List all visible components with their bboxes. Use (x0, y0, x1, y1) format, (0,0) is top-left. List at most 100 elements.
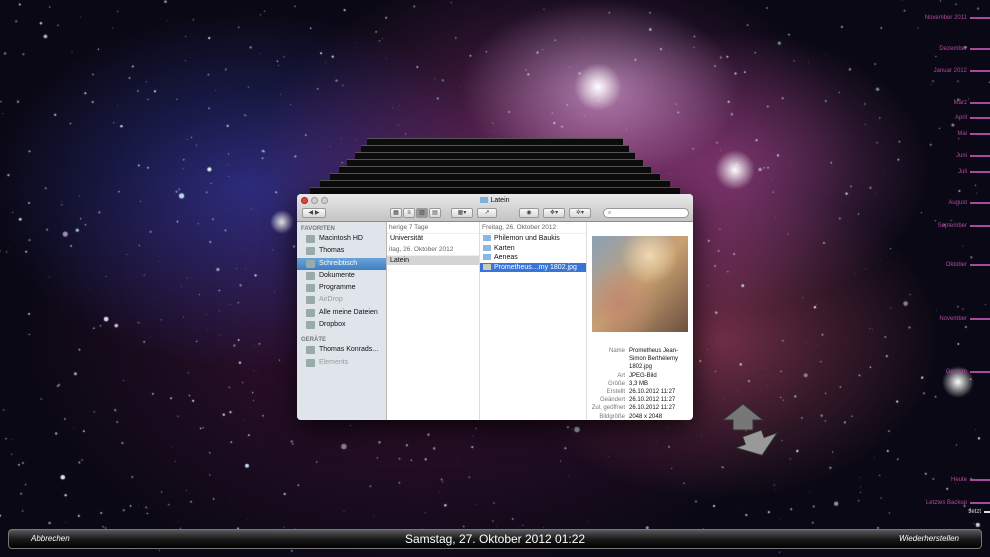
arrange-button[interactable]: ▦▾ (451, 208, 473, 218)
file-info: Name Prometheus Jean-Simon Berthélemy 180… (587, 347, 693, 420)
list-item[interactable]: Philemon und Baukis (480, 234, 586, 244)
timeline-mark[interactable]: Heute (951, 477, 990, 483)
sidebar-item-label: Macintosh HD (319, 235, 363, 242)
share-button[interactable]: ↗ (477, 208, 497, 218)
info-value: 26.10.2012 11:27 (629, 397, 676, 404)
sidebar-item-airdrop[interactable]: AirDrop (297, 294, 386, 306)
timeline-mark[interactable]: Juni (956, 153, 990, 159)
sidebar-item-thomas[interactable]: Thomas (297, 245, 386, 257)
list-item-selected[interactable]: Prometheus…my 1802.jpg (480, 262, 586, 272)
sidebar-item-label: Dropbox (319, 321, 346, 329)
action-gear-button[interactable]: ✲▾ (569, 208, 591, 218)
timeline-mark[interactable]: April (955, 115, 990, 121)
timeline-mark[interactable]: März (954, 100, 990, 106)
finder-window: Latein ◀ ▶ ▦ ≡ ▥ ▤ ▦▾ ↗ ◉ ❖▾ ✲▾ ⌕ FAVORI… (297, 194, 693, 420)
timeline-label: August (948, 200, 967, 206)
folder-icon (480, 197, 489, 203)
timeline-tick (970, 502, 990, 504)
desktop-icon (306, 259, 315, 268)
documents-icon (306, 271, 315, 280)
sidebar-item-schreibtisch[interactable]: Schreibtisch (297, 257, 386, 270)
timeline-tick (984, 511, 990, 513)
info-key: Erstellt (606, 389, 625, 396)
timeline-tick (970, 371, 990, 373)
quicklook-button[interactable]: ◉ (519, 208, 539, 218)
timeline-label: Mai (957, 131, 967, 137)
sidebar-item-label: Programme (319, 284, 356, 292)
timeline-label: Jetzt (968, 509, 981, 515)
timeline-mark[interactable]: Mai (957, 131, 990, 137)
column-view-button[interactable]: ▥ (416, 208, 428, 218)
timeline-tick (970, 318, 990, 320)
group-header: itag, 26. Oktober 2012 (387, 244, 479, 256)
sidebar-item-label: Alle meine Dateien (319, 308, 378, 316)
column-2: Freitag, 26. Oktober 2012 Philemon und B… (480, 222, 587, 420)
timeline-label: Oktober (945, 262, 967, 268)
info-key: Größe (607, 380, 625, 387)
item-label: Karten (494, 244, 515, 252)
timeline-tick (970, 264, 990, 266)
timeline-label: März (953, 100, 967, 106)
timeline-label: Januar 2012 (933, 68, 967, 74)
devices-header: GERÄTE (301, 337, 327, 344)
timeline-mark[interactable]: September (938, 223, 990, 229)
sidebar-item-macintosh-hd[interactable]: Macintosh HD (297, 233, 386, 245)
back-forward-button[interactable]: ◀ ▶ (302, 208, 326, 218)
info-key: Zul. geöffnet (591, 405, 625, 412)
coverflow-view-button[interactable]: ▤ (429, 208, 441, 218)
timeline-mark[interactable]: August (948, 200, 990, 206)
all-files-icon (306, 308, 315, 317)
sidebar-item-label: Schreibtisch (319, 259, 358, 267)
timeline-mark[interactable]: Oktober (946, 262, 990, 268)
info-row: Größe 3,3 MB (587, 380, 693, 388)
timeline-mark[interactable]: Juli (958, 169, 990, 175)
bottom-bar: Abbrechen Samstag, 27. Oktober 2012 01:2… (8, 529, 982, 549)
timeline-label: Gestern (945, 369, 967, 375)
search-input[interactable]: ⌕ (603, 208, 689, 218)
timeline-mark[interactable]: Gestern (946, 369, 990, 375)
folder-icon (483, 244, 491, 251)
timeline-mark[interactable]: Januar 2012 (934, 68, 990, 74)
list-item[interactable]: Latein (387, 255, 479, 265)
image-preview (592, 236, 688, 332)
sidebar-item-label: Elements (319, 358, 349, 366)
timeline-mark[interactable]: November 2011 (925, 15, 990, 21)
list-item[interactable]: Karten (480, 244, 586, 254)
computer-icon (306, 346, 315, 355)
disk-icon (306, 235, 315, 243)
restore-button[interactable]: Wiederherstellen (899, 534, 959, 543)
external-disk-icon (306, 358, 315, 367)
item-label: Aeneas (494, 254, 518, 261)
sidebar-item-computer[interactable]: Thomas Konrads... (297, 344, 386, 356)
search-icon: ⌕ (608, 210, 612, 216)
applications-icon (306, 284, 315, 293)
info-row: Geändert 26.10.2012 11:27 (587, 396, 693, 404)
sidebar-item-label: AirDrop (319, 296, 343, 304)
list-item[interactable]: Aeneas (480, 253, 586, 263)
arrow-up-icon[interactable] (721, 403, 765, 431)
icon-view-button[interactable]: ▦ (390, 208, 402, 218)
group-header: Freitag, 26. Oktober 2012 (480, 222, 586, 234)
sidebar-item-elements[interactable]: Elements (297, 357, 386, 369)
timeline-tick (970, 155, 990, 157)
timeline-mark[interactable]: Dezember (939, 46, 990, 52)
timeline-mark[interactable]: Letztes Backup (926, 500, 990, 506)
timeline-tick (970, 202, 990, 204)
sidebar-item-dokumente[interactable]: Dokumente (297, 270, 386, 282)
list-view-button[interactable]: ≡ (403, 208, 415, 218)
sidebar-item-programme[interactable]: Programme (297, 282, 386, 294)
timeline-mark[interactable]: Jetzt (968, 509, 990, 515)
timeline-label: Dezember (939, 46, 967, 52)
timeline[interactable]: November 2011 Dezember Januar 2012 März Apri… (910, 0, 990, 520)
info-value: 2048 x 2048 (629, 413, 663, 420)
image-file-icon (483, 263, 491, 270)
timemachine-nav-arrows[interactable] (718, 402, 788, 457)
timeline-tick (970, 17, 990, 19)
sidebar-item-dropbox[interactable]: Dropbox (297, 319, 386, 331)
timeline-mark[interactable]: November (939, 316, 990, 322)
timeline-label: April (954, 115, 967, 121)
sidebar-item-alle-meine-dateien[interactable]: Alle meine Dateien (297, 307, 386, 319)
dropbox-button[interactable]: ❖▾ (543, 208, 565, 218)
list-item[interactable]: Universität (387, 234, 479, 244)
info-row: Art JPEG-Bild (587, 372, 693, 380)
